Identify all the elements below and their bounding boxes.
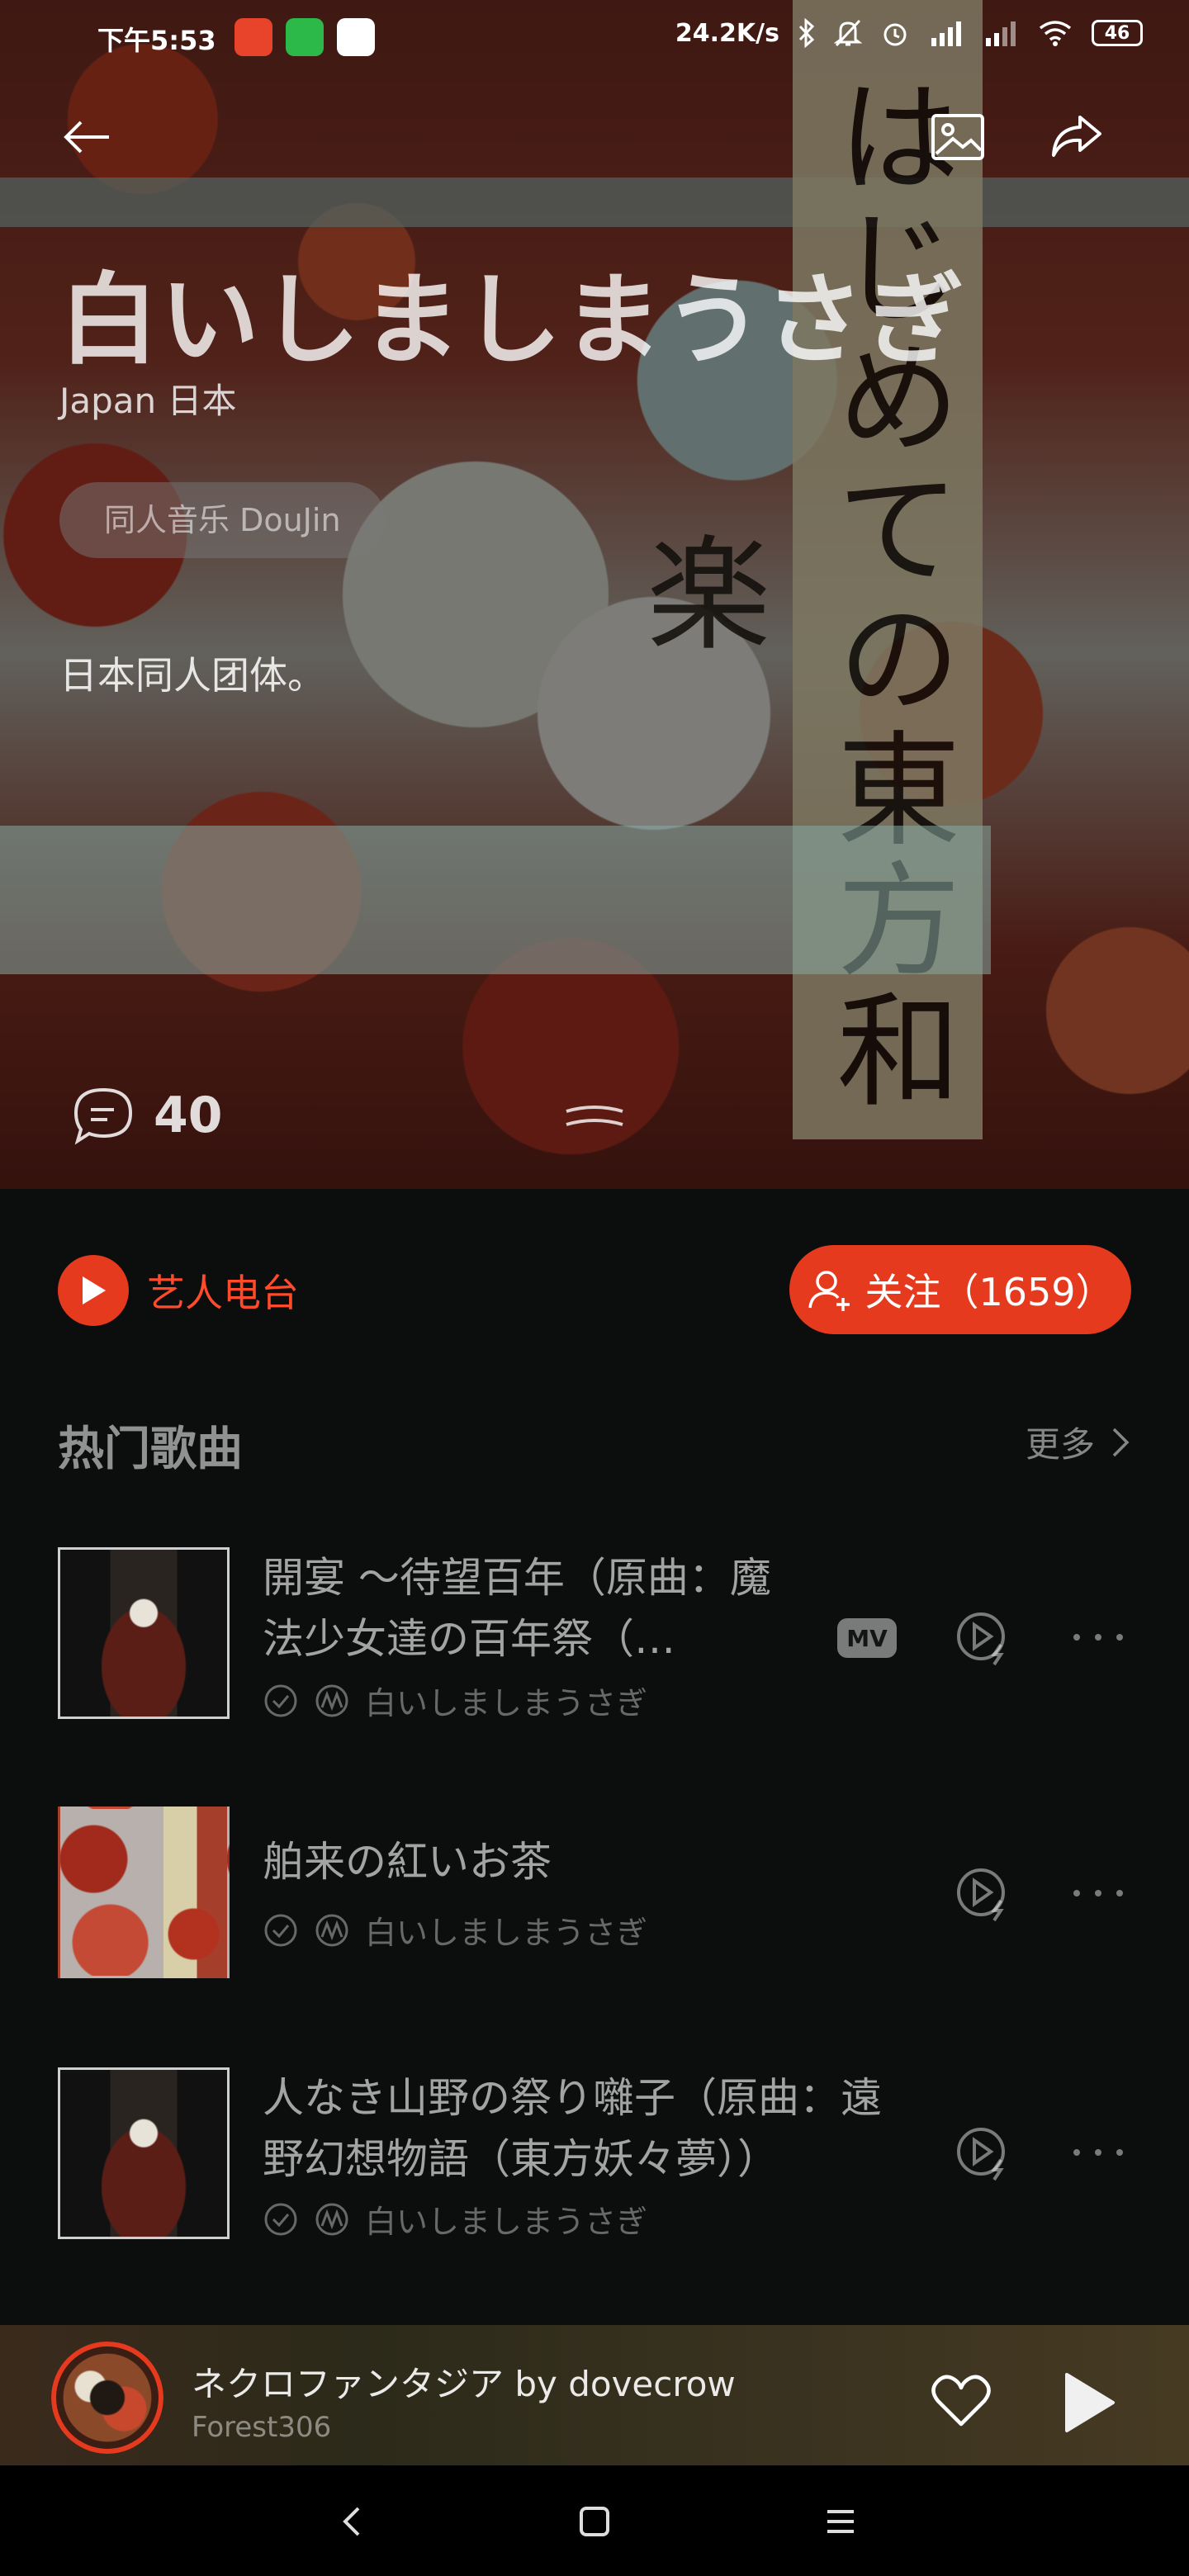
song-row[interactable]: 開宴 ～待望百年（原曲：魔法少女達の百年祭（… 白いしましまうさぎ MV <box>0 1546 1189 1735</box>
more-options-icon[interactable] <box>1068 1881 1128 1906</box>
status-time: 下午5:53 <box>97 25 216 56</box>
song-title: 舶来の紅いお茶 <box>263 1838 552 1886</box>
status-bar: 下午5:53 24.2K/s 46 <box>0 0 1189 79</box>
song-artist: 白いしましまうさぎ <box>365 1915 648 1951</box>
play-next-icon[interactable] <box>953 1864 1012 1924</box>
more-options-icon[interactable] <box>1068 2140 1128 2165</box>
nav-home-icon[interactable] <box>571 2498 618 2545</box>
arrow-left-icon[interactable] <box>58 107 117 167</box>
network-speed: 24.2K/s <box>675 18 779 48</box>
more-link[interactable]: 更多 <box>1026 1417 1131 1467</box>
artist-hero: はじめての東方和楽 下午5:53 24.2K/s 46 白いしましまうさぎ Ja… <box>0 0 1189 1189</box>
audio-quality-icon <box>315 1914 348 1946</box>
song-row[interactable]: 舶来の紅いお茶 白いしましまうさぎ <box>0 1807 1189 1996</box>
system-navigation-bar <box>0 2465 1189 2576</box>
mini-player[interactable]: ネクロファンタジア by dovecrow Forest306 <box>0 2325 1189 2465</box>
artist-description: 日本同人团体。 <box>59 653 325 698</box>
audio-quality-icon <box>315 2203 348 2235</box>
now-playing-title: ネクロファンタジア by dovecrow <box>192 2364 736 2404</box>
comment-count: 40 <box>154 1087 223 1144</box>
song-artist: 白いしましまうさぎ <box>365 2204 648 2240</box>
follow-button[interactable]: 关注（1659） <box>789 1245 1131 1334</box>
genre-tag[interactable]: 同人音乐 DouJin <box>59 482 386 558</box>
play-next-icon[interactable] <box>953 2124 1012 2183</box>
battery-icon: 46 <box>1092 20 1143 46</box>
alarm-icon <box>883 23 907 46</box>
check-circle-icon <box>264 1684 297 1717</box>
wifi-icon <box>1039 21 1072 46</box>
comment-icon <box>73 1087 133 1145</box>
more-label: 更多 <box>1025 1424 1095 1465</box>
song-title: 人なき山野の祭り囃子（原曲：遠野幻想物語（東方妖々夢）） <box>263 2074 882 2183</box>
image-icon[interactable] <box>928 107 988 167</box>
check-circle-icon <box>264 1914 297 1946</box>
play-icon <box>58 1255 129 1326</box>
app-icon-1 <box>234 18 272 56</box>
play-icon[interactable] <box>1060 2371 1118 2434</box>
artist-name: 白いしましまうさぎ <box>59 263 966 378</box>
heart-icon[interactable] <box>928 2368 994 2434</box>
wechat-icon <box>286 18 324 56</box>
signal-hd-icon <box>931 21 961 46</box>
mute-icon <box>834 19 862 47</box>
follow-label: 关注（1659） <box>865 1270 1114 1314</box>
add-user-icon <box>808 1271 850 1311</box>
now-playing-artist: Forest306 <box>192 2411 332 2444</box>
share-icon[interactable] <box>1047 107 1106 167</box>
qq-icon <box>337 18 375 56</box>
song-row[interactable]: 人なき山野の祭り囃子（原曲：遠野幻想物語（東方妖々夢）） 白いしましまうさぎ <box>0 2067 1189 2257</box>
signal-hd-icon <box>986 21 1016 46</box>
mv-badge[interactable]: MV <box>837 1618 897 1658</box>
bluetooth-icon <box>798 18 815 48</box>
song-cover <box>58 1807 230 1978</box>
comment-button[interactable]: 40 <box>71 1085 223 1146</box>
now-playing-cover[interactable] <box>51 2342 163 2454</box>
song-title: 開宴 ～待望百年（原曲：魔法少女達の百年祭（… <box>263 1554 771 1663</box>
artist-radio-button[interactable]: 艺人电台 <box>58 1255 299 1326</box>
chevron-down-icon[interactable] <box>561 1101 628 1134</box>
song-cover <box>58 1547 230 1719</box>
check-circle-icon <box>264 2203 297 2235</box>
hot-songs-title: 热门歌曲 <box>58 1423 243 1476</box>
artist-radio-label: 艺人电台 <box>147 1271 299 1315</box>
more-options-icon[interactable] <box>1068 1625 1128 1650</box>
nav-menu-icon[interactable] <box>817 2498 864 2545</box>
artist-country: Japan 日本 <box>59 381 237 421</box>
nav-back-icon[interactable] <box>329 2498 375 2545</box>
song-artist: 白いしましまうさぎ <box>365 1685 648 1721</box>
song-cover <box>58 2067 230 2239</box>
chevron-right-icon <box>1112 1428 1130 1456</box>
play-next-icon[interactable] <box>953 1608 1012 1668</box>
audio-quality-icon <box>315 1684 348 1717</box>
